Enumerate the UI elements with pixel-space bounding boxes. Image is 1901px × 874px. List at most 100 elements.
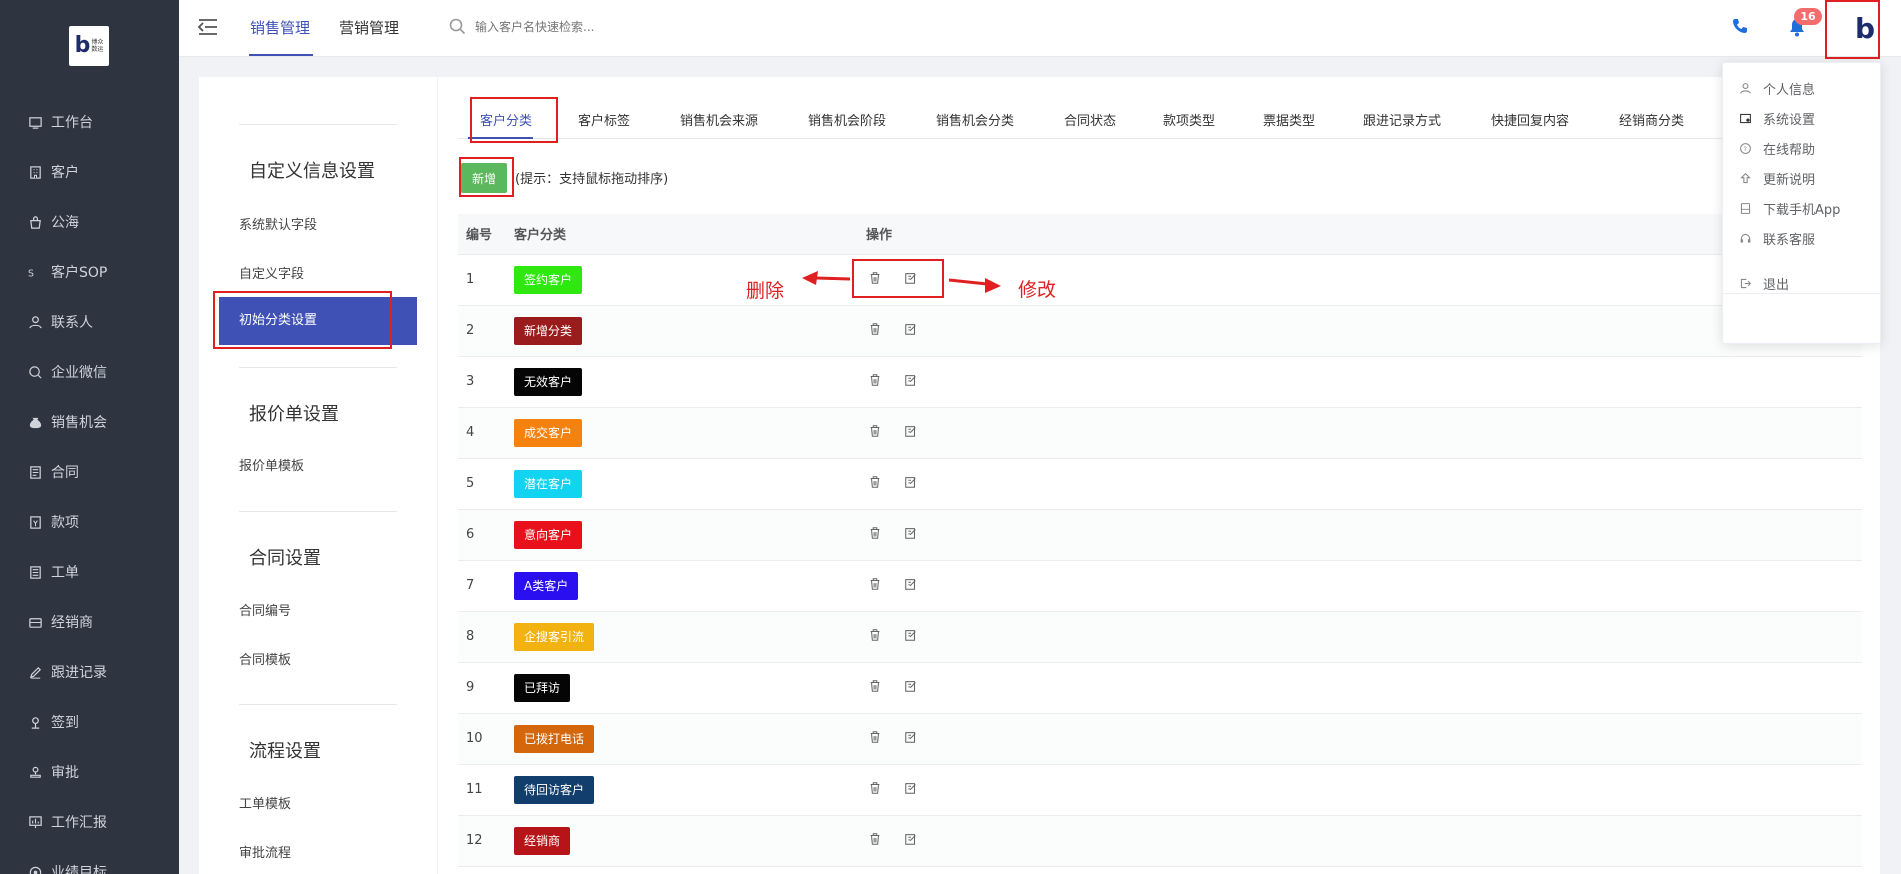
trash-icon[interactable]: [868, 730, 884, 746]
row-actions: [868, 832, 920, 848]
dropdown-item[interactable]: 系统设置: [1737, 108, 1815, 128]
row-number: 12: [458, 815, 506, 867]
trash-icon[interactable]: [868, 373, 884, 389]
tab-dealer-category[interactable]: 经销商分类: [1619, 110, 1684, 129]
dropdown-item[interactable]: 下载手机App: [1737, 198, 1840, 218]
help-icon: ?: [1737, 140, 1753, 156]
tab-opportunity-stage[interactable]: 销售机会阶段: [808, 110, 886, 129]
edit-icon[interactable]: [904, 526, 920, 542]
app-logo[interactable]: b 博众 数运: [69, 26, 109, 66]
sidebar-item[interactable]: 公海: [0, 197, 179, 247]
table-row[interactable]: 10 已拨打电话: [458, 713, 1862, 765]
table-row[interactable]: 2 新增分类: [458, 305, 1862, 357]
trash-icon[interactable]: [868, 271, 884, 287]
dropdown-item[interactable]: 退出: [1737, 273, 1789, 293]
column-header-actions: 操作: [858, 214, 1862, 255]
sidebar-item[interactable]: 工作汇报: [0, 797, 179, 847]
setting-contract-template[interactable]: 合同模板: [239, 649, 291, 668]
sidebar-item[interactable]: 审批: [0, 747, 179, 797]
table-row[interactable]: 11 待回访客户: [458, 764, 1862, 816]
setting-approval-flow[interactable]: 审批流程: [239, 842, 291, 861]
sidebar-item[interactable]: S 客户SOP: [0, 247, 179, 297]
edit-icon[interactable]: [904, 628, 920, 644]
table-row[interactable]: 1 签约客户: [458, 254, 1862, 306]
dropdown-item[interactable]: 个人信息: [1737, 78, 1815, 98]
trash-icon[interactable]: [868, 679, 884, 695]
sidebar-item[interactable]: 合同: [0, 447, 179, 497]
dropdown-item[interactable]: 更新说明: [1737, 168, 1815, 188]
phone-icon[interactable]: [1731, 17, 1749, 35]
category-tag: 新增分类: [514, 316, 583, 345]
tab-customer-tags[interactable]: 客户标签: [578, 110, 630, 129]
dropdown-item[interactable]: ? 在线帮助: [1737, 138, 1815, 158]
tab-followup-method[interactable]: 跟进记录方式: [1363, 110, 1441, 129]
tab-contract-status[interactable]: 合同状态: [1064, 110, 1116, 129]
table-row[interactable]: 6 意向客户: [458, 509, 1862, 561]
sidebar-item-label: 企业微信: [51, 365, 107, 381]
sidebar-item-label: 工单: [51, 565, 79, 581]
sidebar-item[interactable]: 业绩目标: [0, 847, 179, 874]
tab-payment-type[interactable]: 款项类型: [1163, 110, 1215, 129]
contract-icon: [27, 464, 43, 480]
tab-invoice-type[interactable]: 票据类型: [1263, 110, 1315, 129]
table-row[interactable]: 3 无效客户: [458, 356, 1862, 408]
edit-icon[interactable]: [904, 679, 920, 695]
trash-icon[interactable]: [868, 526, 884, 542]
edit-icon[interactable]: [904, 475, 920, 491]
edit-icon[interactable]: [904, 424, 920, 440]
tab-quick-reply[interactable]: 快捷回复内容: [1491, 110, 1569, 129]
sidebar-item[interactable]: 工单: [0, 547, 179, 597]
setting-quote-template[interactable]: 报价单模板: [239, 455, 304, 474]
trash-icon[interactable]: [868, 577, 884, 593]
actions-cell: [858, 509, 1862, 561]
trash-icon[interactable]: [868, 475, 884, 491]
table-row[interactable]: 9 已拜访: [458, 662, 1862, 714]
table-row[interactable]: 12 经销商: [458, 815, 1862, 867]
sidebar-item[interactable]: 企业微信: [0, 347, 179, 397]
setting-system-fields[interactable]: 系统默认字段: [239, 214, 317, 233]
setting-contract-number[interactable]: 合同编号: [239, 600, 291, 619]
edit-icon[interactable]: [904, 781, 920, 797]
dropdown-item-label: 在线帮助: [1763, 142, 1816, 158]
table-row[interactable]: 7 A类客户: [458, 560, 1862, 612]
sidebar-item[interactable]: 跟进记录: [0, 647, 179, 697]
sidebar-item[interactable]: 签到: [0, 697, 179, 747]
add-button[interactable]: 新增: [461, 163, 507, 193]
sidebar-item[interactable]: 联系人: [0, 297, 179, 347]
trash-icon[interactable]: [868, 832, 884, 848]
edit-icon[interactable]: [904, 832, 920, 848]
sidebar-item[interactable]: 工作台: [0, 97, 179, 147]
table-row[interactable]: 8 企搜客引流: [458, 611, 1862, 663]
dropdown-item[interactable]: 联系客服: [1737, 228, 1815, 248]
edit-icon[interactable]: [904, 577, 920, 593]
edit-icon[interactable]: [904, 730, 920, 746]
setting-initial-category[interactable]: 初始分类设置: [219, 297, 417, 345]
tab-customer-category[interactable]: 客户分类: [480, 110, 532, 129]
building-icon: [27, 164, 43, 180]
user-avatar[interactable]: b: [1841, 0, 1889, 57]
setting-custom-fields[interactable]: 自定义字段: [239, 263, 304, 282]
top-tab-sales[interactable]: 销售管理: [250, 17, 310, 38]
svg-text:S: S: [28, 268, 34, 279]
edit-icon[interactable]: [904, 322, 920, 338]
top-tab-marketing[interactable]: 营销管理: [339, 17, 399, 38]
tab-opportunity-category[interactable]: 销售机会分类: [936, 110, 1014, 129]
edit-icon[interactable]: [904, 373, 920, 389]
trash-icon[interactable]: [868, 628, 884, 644]
sidebar-item[interactable]: 款项: [0, 497, 179, 547]
category-cell: A类客户: [506, 560, 858, 612]
tab-opportunity-source[interactable]: 销售机会来源: [680, 110, 758, 129]
table-row[interactable]: 4 成交客户: [458, 407, 1862, 459]
table-row[interactable]: 5 潜在客户: [458, 458, 1862, 510]
trash-icon[interactable]: [868, 322, 884, 338]
sidebar-item[interactable]: 客户: [0, 147, 179, 197]
trash-icon[interactable]: [868, 781, 884, 797]
setting-ticket-template[interactable]: 工单模板: [239, 793, 291, 812]
sidebar-item[interactable]: 销售机会: [0, 397, 179, 447]
menu-fold-icon[interactable]: [197, 17, 219, 37]
edit-icon[interactable]: [904, 271, 920, 287]
sidebar-item[interactable]: 经销商: [0, 597, 179, 647]
trash-icon[interactable]: [868, 424, 884, 440]
customer-search-input[interactable]: [475, 16, 735, 38]
dropdown-divider: [1723, 293, 1880, 294]
